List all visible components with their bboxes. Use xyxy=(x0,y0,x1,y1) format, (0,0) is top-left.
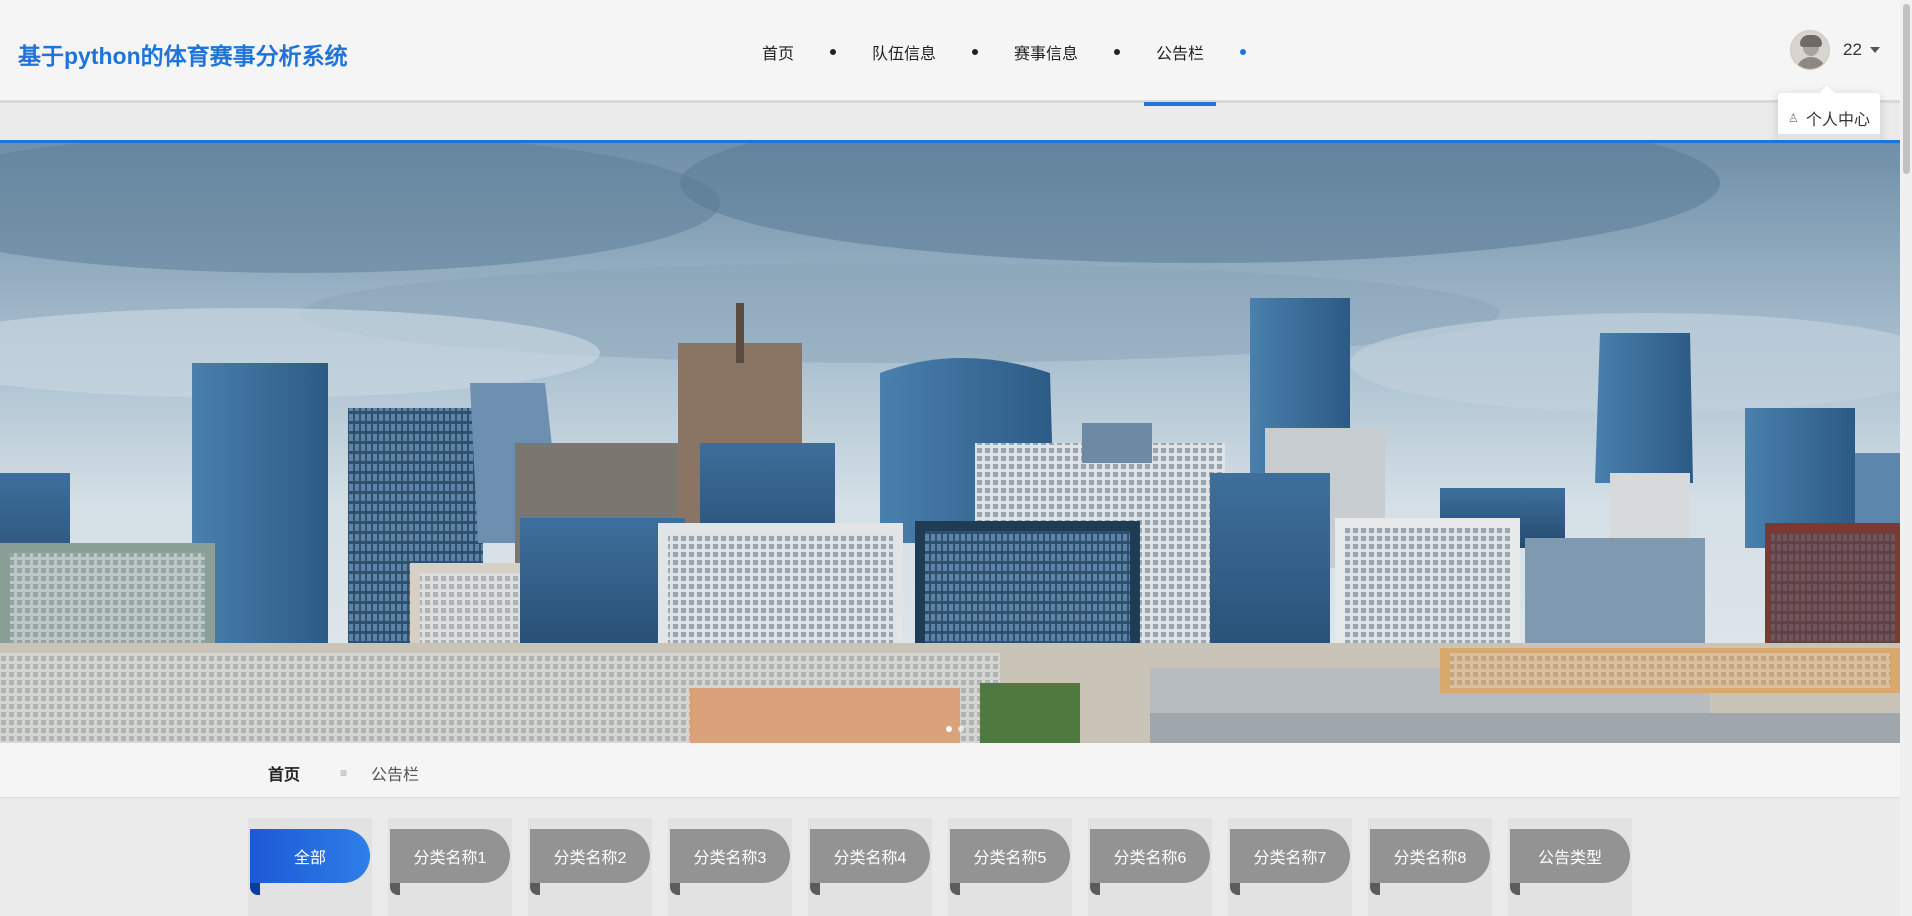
user-menu-trigger[interactable]: 22 xyxy=(1790,30,1880,70)
main-nav: 首页 队伍信息 赛事信息 公告栏 xyxy=(750,0,1270,106)
tab-label: 分类名称1 xyxy=(390,829,510,883)
tab-label: 分类名称6 xyxy=(1090,829,1210,883)
tab-category-6[interactable]: 分类名称6 xyxy=(1088,818,1212,916)
nav-bulletin-board[interactable]: 公告栏 xyxy=(1144,0,1217,106)
tab-category-2[interactable]: 分类名称2 xyxy=(528,818,652,916)
city-skyline-image xyxy=(0,143,1900,743)
breadcrumb-home[interactable]: 首页 xyxy=(268,761,300,785)
breadcrumb-bar: 首页 ≡ 公告栏 xyxy=(0,743,1900,798)
page-scrollbar[interactable] xyxy=(1900,0,1912,916)
menu-item-profile[interactable]: ♙ 个人中心 xyxy=(1778,102,1880,134)
chevron-down-icon[interactable] xyxy=(1869,47,1880,53)
tab-announcement-type[interactable]: 公告类型 xyxy=(1508,818,1632,916)
tab-label: 分类名称2 xyxy=(530,829,650,883)
tab-label: 分类名称4 xyxy=(810,829,930,883)
username[interactable]: 22 xyxy=(1843,40,1862,60)
nav-separator-dot xyxy=(972,48,979,55)
nav-home[interactable]: 首页 xyxy=(750,0,806,103)
tab-category-5[interactable]: 分类名称5 xyxy=(948,818,1072,916)
tab-category-3[interactable]: 分类名称3 xyxy=(668,818,792,916)
nav-active-dot xyxy=(1240,48,1247,55)
tab-category-7[interactable]: 分类名称7 xyxy=(1228,818,1352,916)
carousel-dot-active[interactable] xyxy=(946,726,952,732)
tab-label: 全部 xyxy=(250,829,370,883)
tab-category-4[interactable]: 分类名称4 xyxy=(808,818,932,916)
tab-all[interactable]: 全部 xyxy=(248,818,372,916)
nav-team-info[interactable]: 队伍信息 xyxy=(860,0,948,103)
category-tabs: 全部 分类名称1 分类名称2 分类名称3 分类名称4 分类名称5 分类名称6 分… xyxy=(248,818,1632,916)
scrollbar-thumb[interactable] xyxy=(1903,4,1910,174)
tab-label: 分类名称5 xyxy=(950,829,1070,883)
tab-category-1[interactable]: 分类名称1 xyxy=(388,818,512,916)
header: 基于python的体育赛事分析系统 首页 队伍信息 赛事信息 公告栏 22 xyxy=(0,0,1900,106)
tab-label: 公告类型 xyxy=(1510,829,1630,883)
breadcrumb: 首页 ≡ 公告栏 xyxy=(268,761,419,785)
carousel-indicators xyxy=(946,726,964,732)
tab-label: 分类名称7 xyxy=(1230,829,1350,883)
tab-label: 分类名称3 xyxy=(670,829,790,883)
user-icon: ♙ xyxy=(1788,111,1799,125)
banner-carousel-image xyxy=(0,143,1900,743)
menu-item-profile-label: 个人中心 xyxy=(1806,112,1871,129)
breadcrumb-current: 公告栏 xyxy=(371,767,420,784)
tab-label: 分类名称8 xyxy=(1370,829,1490,883)
carousel-dot[interactable] xyxy=(958,726,964,732)
avatar[interactable] xyxy=(1790,30,1830,70)
nav-separator-dot xyxy=(830,48,837,55)
nav-separator-dot xyxy=(1114,48,1121,55)
site-logo-title[interactable]: 基于python的体育赛事分析系统 xyxy=(18,37,348,71)
breadcrumb-separator-icon: ≡ xyxy=(340,766,348,780)
nav-match-info[interactable]: 赛事信息 xyxy=(1002,0,1090,103)
tab-category-8[interactable]: 分类名称8 xyxy=(1368,818,1492,916)
